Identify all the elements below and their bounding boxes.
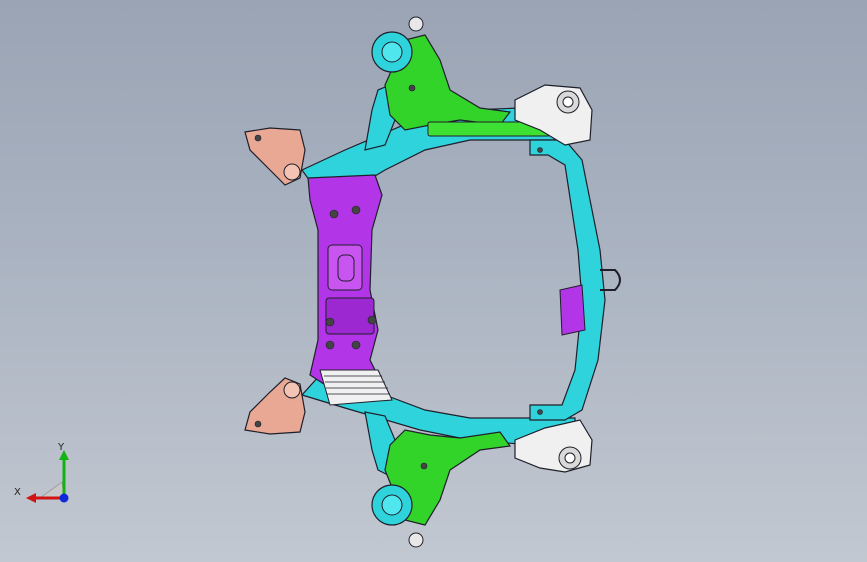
crossmember-mount [325,297,375,335]
triad-y-label: Y [58,442,65,453]
lower-ball-joint[interactable] [408,532,424,548]
triad-x-label: X [14,487,21,498]
z-axis-dot [59,493,69,503]
subframe-model[interactable] [0,0,867,562]
graphics-viewport[interactable]: Y X [0,0,867,562]
side-purple-mount[interactable] [559,284,586,336]
rear-loop-rail[interactable] [529,139,606,421]
rear-upper-bushing-hole [562,96,574,108]
x-axis-arrow [26,493,36,503]
coordinate-triad [26,450,69,503]
front-upper-bushing[interactable] [283,163,301,181]
upper-bushing-inner [381,41,403,63]
rear-lower-bushing-hole [564,452,576,464]
upper-ball-joint[interactable] [408,16,424,32]
front-lower-bushing[interactable] [283,381,301,399]
ribbed-section [319,369,393,406]
lower-bushing-inner [381,494,403,516]
crossmember-plate [327,244,363,291]
